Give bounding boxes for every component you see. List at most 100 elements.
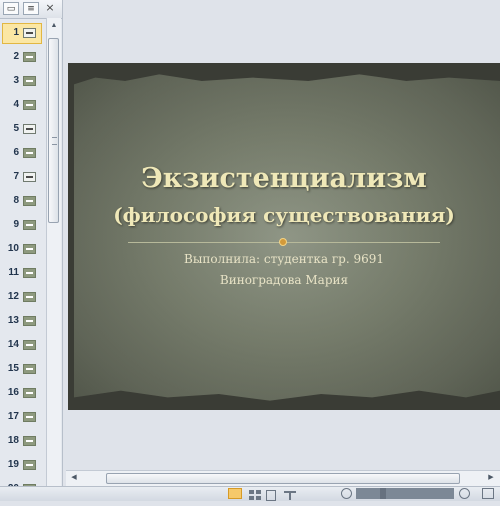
thumbnail-title-bar <box>26 296 33 298</box>
slide-thumbnail-icon[interactable] <box>23 124 36 134</box>
slideshow-icon[interactable] <box>284 488 296 500</box>
scrollbar-thumb[interactable] <box>48 38 59 223</box>
thumbnail-title-bar <box>26 128 33 130</box>
slide-thumbnail-icon[interactable] <box>23 28 36 38</box>
slide-number: 9 <box>13 219 19 230</box>
zoom-slider[interactable] <box>356 488 454 499</box>
slide-number: 16 <box>7 387 19 398</box>
slide-thumbnail-icon[interactable] <box>23 436 36 446</box>
thumbnail-title-bar <box>26 176 33 178</box>
slide-thumbnail[interactable]: 19 <box>0 454 46 478</box>
slide-thumbnail-icon[interactable] <box>23 316 36 326</box>
slide-thumbnail[interactable]: 12 <box>0 286 46 310</box>
zoom-slider-handle[interactable] <box>380 488 386 499</box>
slide-thumbnail-icon[interactable] <box>23 340 36 350</box>
thumbnail-title-bar <box>26 56 33 58</box>
thumbnail-title-bar <box>26 464 33 466</box>
outline-tab-icon[interactable]: ≡ <box>23 2 39 15</box>
thumbnail-title-bar <box>26 272 33 274</box>
slide-thumbnail[interactable]: 5 <box>0 118 46 142</box>
divider-ornament-icon <box>279 238 287 246</box>
slide-sorter-icon[interactable] <box>249 488 261 500</box>
slide-thumbnail-icon[interactable] <box>23 172 36 182</box>
slide-subtitle-name-line[interactable]: Виноградова Мария <box>68 273 500 287</box>
slides-tab-icon[interactable]: ▭ <box>3 2 19 15</box>
slide-thumbnail[interactable]: 11 <box>0 262 46 286</box>
scroll-right-icon[interactable]: ▶ <box>486 473 496 483</box>
zoom-out-icon[interactable] <box>341 488 352 499</box>
slide-number: 3 <box>13 75 19 86</box>
slide-thumbnail[interactable]: 2 <box>0 46 46 70</box>
scroll-left-icon[interactable]: ◀ <box>69 473 79 483</box>
slide-number: 12 <box>7 291 19 302</box>
normal-view-icon[interactable] <box>228 488 242 499</box>
slide-thumbnail[interactable]: 9 <box>0 214 46 238</box>
slide-title[interactable]: Экзистенциализм <box>68 163 500 194</box>
slide-thumbnail[interactable]: 8 <box>0 190 46 214</box>
pane-tabs: ▭ ≡ × <box>0 0 62 19</box>
slide-thumbnail-icon[interactable] <box>23 460 36 470</box>
fit-to-window-icon[interactable] <box>482 488 494 499</box>
thumbnail-title-bar <box>26 80 33 82</box>
close-icon[interactable]: × <box>43 1 57 15</box>
slide-thumbnail[interactable]: 14 <box>0 334 46 358</box>
slide-number: 1 <box>13 27 19 38</box>
scroll-up-icon[interactable]: ▲ <box>49 21 59 31</box>
current-slide[interactable]: Экзистенциализм (философия существования… <box>68 63 500 410</box>
grip-icon <box>52 137 57 145</box>
slide-thumbnail[interactable]: 13 <box>0 310 46 334</box>
slide-thumbnail-icon[interactable] <box>23 196 36 206</box>
slide-number: 13 <box>7 315 19 326</box>
slide-thumbnail-icon[interactable] <box>23 76 36 86</box>
thumbnail-title-bar <box>26 344 33 346</box>
slide-thumbnail-icon[interactable] <box>23 52 36 62</box>
thumbnail-title-bar <box>26 392 33 394</box>
slide-background <box>74 74 500 401</box>
slide-number: 14 <box>7 339 19 350</box>
slide-thumbnail[interactable]: 6 <box>0 142 46 166</box>
thumbnail-title-bar <box>26 104 33 106</box>
thumbnail-title-bar <box>26 320 33 322</box>
horizontal-scrollbar-thumb[interactable] <box>106 473 460 484</box>
slide-thumbnail[interactable]: 17 <box>0 406 46 430</box>
horizontal-scrollbar[interactable]: ◀ ▶ <box>66 470 500 486</box>
slides-pane: ▭ ≡ × 1234567891011121314151617181920 ▲ … <box>0 0 63 500</box>
slide-number: 7 <box>13 171 19 182</box>
slide-thumbnail-icon[interactable] <box>23 292 36 302</box>
slide-thumbnail[interactable]: 4 <box>0 94 46 118</box>
slide-thumbnail-icon[interactable] <box>23 100 36 110</box>
slide-thumbnail[interactable]: 7 <box>0 166 46 190</box>
thumbnail-title-bar <box>26 224 33 226</box>
thumbnail-title-bar <box>26 200 33 202</box>
slide-thumbnail-icon[interactable] <box>23 148 36 158</box>
status-bar <box>0 486 500 501</box>
slide-thumbnail-list: 1234567891011121314151617181920 <box>0 22 46 502</box>
slide-thumbnail-icon[interactable] <box>23 388 36 398</box>
slide-thumbnail-icon[interactable] <box>23 220 36 230</box>
slide-thumbnail[interactable]: 16 <box>0 382 46 406</box>
slide-thumbnail[interactable]: 15 <box>0 358 46 382</box>
thumbnail-title-bar <box>26 368 33 370</box>
reading-view-icon[interactable] <box>266 488 276 501</box>
slide-number: 6 <box>13 147 19 158</box>
slide-number: 2 <box>13 51 19 62</box>
thumbnail-scrollbar[interactable]: ▲ ▼ <box>46 18 61 500</box>
slide-thumbnail-icon[interactable] <box>23 364 36 374</box>
slide-number: 18 <box>7 435 19 446</box>
thumbnail-title-bar <box>26 416 33 418</box>
slide-title-subheading[interactable]: (философия существования) <box>68 203 500 227</box>
slide-thumbnail[interactable]: 10 <box>0 238 46 262</box>
slide-thumbnail-icon[interactable] <box>23 268 36 278</box>
thumbnail-title-bar <box>26 32 33 34</box>
slide-thumbnail-icon[interactable] <box>23 244 36 254</box>
slide-number: 8 <box>13 195 19 206</box>
thumbnail-title-bar <box>26 248 33 250</box>
slide-subtitle-author-line[interactable]: Выполнила: студентка гр. 9691 <box>68 252 500 266</box>
thumbnail-title-bar <box>26 152 33 154</box>
slide-thumbnail[interactable]: 18 <box>0 430 46 454</box>
slide-thumbnail[interactable]: 3 <box>0 70 46 94</box>
slide-thumbnail-icon[interactable] <box>23 412 36 422</box>
zoom-in-icon[interactable] <box>459 488 470 499</box>
slide-thumbnail[interactable]: 1 <box>0 22 46 46</box>
slide-number: 11 <box>8 267 19 278</box>
